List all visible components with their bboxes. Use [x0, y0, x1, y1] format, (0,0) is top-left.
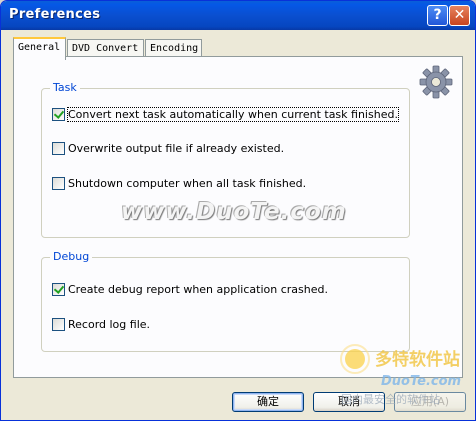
logo-line3: 国内最安全的软件站: [341, 392, 440, 406]
watermark-text: www.DuoTe.com: [121, 199, 347, 225]
tab-label: General: [18, 42, 61, 53]
group-label: Debug: [50, 250, 93, 263]
convert-next-checkbox[interactable]: Convert next task automatically when cur…: [52, 106, 399, 122]
checkbox-box[interactable]: [52, 176, 65, 190]
debug-group: Debug Create debug report when applicati…: [41, 250, 410, 352]
window-title: Preferences: [9, 7, 101, 22]
record-log-checkbox[interactable]: Record log file.: [52, 316, 150, 332]
shutdown-computer-checkbox[interactable]: Shutdown computer when all task finished…: [52, 175, 306, 191]
group-label: Task: [50, 81, 80, 94]
tab-label: Encoding: [150, 43, 199, 54]
checkbox-label: Convert next task automatically when cur…: [67, 106, 399, 122]
gear-icon: [419, 65, 453, 99]
duote-logo: 多特软件站 DuoTe.com 国内最安全的软件站: [340, 344, 461, 406]
checkbox-label: Overwrite output file if already existed…: [68, 141, 285, 155]
checkbox-box[interactable]: [52, 317, 65, 331]
checkbox-box[interactable]: [52, 282, 65, 296]
checkbox-box[interactable]: [52, 141, 65, 155]
overwrite-output-checkbox[interactable]: Overwrite output file if already existed…: [52, 140, 284, 156]
logo-line2: DuoTe.com: [381, 374, 461, 389]
help-icon: ?: [433, 7, 442, 23]
close-button[interactable]: ✕: [449, 5, 470, 26]
help-button[interactable]: ?: [427, 5, 448, 26]
ok-button[interactable]: 确定: [232, 392, 304, 412]
checkbox-box[interactable]: [52, 107, 65, 121]
debug-report-checkbox[interactable]: Create debug report when application cra…: [52, 281, 328, 297]
close-icon: ✕: [453, 7, 466, 23]
preferences-window: Preferences ? ✕ General DVD Convert Enco…: [0, 0, 476, 421]
checkbox-label: Shutdown computer when all task finished…: [68, 176, 307, 190]
checkbox-label: Record log file.: [68, 317, 151, 331]
tab-label: DVD Convert: [72, 43, 139, 54]
title-bar[interactable]: Preferences ? ✕: [1, 1, 475, 30]
tab-general[interactable]: General: [13, 37, 66, 60]
checkbox-label: Create debug report when application cra…: [68, 282, 328, 296]
logo-line1: 多特软件站: [375, 349, 460, 370]
